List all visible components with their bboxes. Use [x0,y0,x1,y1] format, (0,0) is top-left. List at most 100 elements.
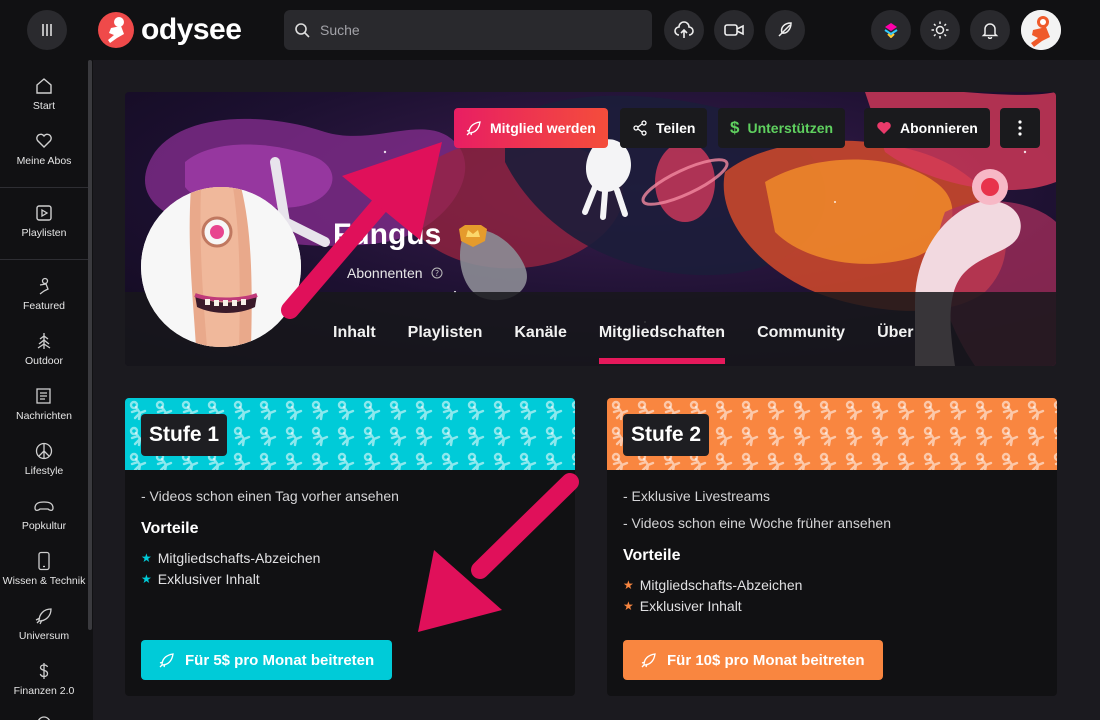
join-tier-2-button[interactable]: Für 10$ pro Monat beitreten [623,640,883,680]
star-icon: ★ [141,572,152,586]
odysee-logo-icon [98,12,134,48]
support-button-label: Unterstützen [747,120,834,136]
sidebar-item-finanzen[interactable]: Finanzen 2.0 [0,661,88,697]
sidebar-item-label: Meine Abos [16,155,72,167]
sidebar-item-label: Finanzen 2.0 [13,685,75,697]
join-button-label: Mitglied werden [490,120,596,136]
notifications-button[interactable] [970,10,1010,50]
sidebar-item-start[interactable]: Start [0,76,88,112]
tier-title: Stufe 2 [623,414,710,456]
perk-item: ★ Mitgliedschafts-Abzeichen [141,550,320,566]
theme-toggle-button[interactable] [920,10,960,50]
wallet-button[interactable] [871,10,911,50]
star-icon: ★ [623,578,634,592]
sidebar-divider [0,187,88,188]
feather-icon [778,22,792,37]
home-icon [36,78,52,94]
premium-badge-icon [459,225,487,247]
sidebar-scrollbar[interactable] [88,60,92,630]
perk-label: Exklusiver Inhalt [639,598,742,614]
bell-icon [981,23,999,39]
featured-icon [39,277,49,295]
membership-tier-card: Stufe 2 - Exklusive Livestreams - Videos… [607,398,1057,696]
news-icon [36,388,51,404]
sidebar-item-popkultur[interactable]: Popkultur [0,496,88,532]
menu-button[interactable] [27,10,67,50]
perk-item: ★ Exklusiver Inhalt [141,571,260,587]
follow-button[interactable]: Abonnieren [864,108,990,148]
perk-label: Mitgliedschafts-Abzeichen [639,577,803,593]
go-live-button[interactable] [714,10,754,50]
sidebar-item-label: Featured [22,300,66,312]
star-icon: ★ [141,551,152,565]
search-bar[interactable] [284,10,652,50]
perk-item: ★ Exklusiver Inhalt [623,598,742,614]
sidebar-item-lifestyle[interactable]: Lifestyle [0,441,88,477]
spaceman-avatar-icon [1021,10,1061,50]
user-avatar[interactable] [1021,10,1061,50]
heart-icon [36,133,52,148]
rocket-icon [466,121,481,136]
dollar-icon: $ [730,118,740,137]
tier-description: - Videos schon eine Woche früher ansehen [623,515,891,531]
upload-button[interactable] [664,10,704,50]
phone-icon [38,551,50,571]
tab-community[interactable]: Community [741,322,861,366]
more-icon [38,716,50,720]
sidebar-item-wissen-technik[interactable]: Wissen & Technik [0,551,88,587]
sidebar-item-meine-abos[interactable]: Meine Abos [0,131,88,167]
video-camera-icon [724,24,744,36]
share-icon [633,120,647,136]
sidebar-item-universum[interactable]: Universum [0,606,88,642]
sidebar-item-featured[interactable]: Featured [0,276,88,312]
join-membership-button[interactable]: Mitglied werden [454,108,608,148]
search-input[interactable] [320,22,620,38]
sidebar-item-label: Nachrichten [15,410,73,422]
perks-heading: Vorteile [141,520,199,537]
follow-button-label: Abonnieren [900,120,978,136]
rocket-icon [641,653,656,668]
tab-kanaele[interactable]: Kanäle [498,322,582,366]
sidebar-item-more[interactable] [0,714,88,720]
search-icon [295,23,310,38]
rocket-icon [35,608,52,625]
sidebar-item-label: Lifestyle [24,465,64,477]
sidebar-item-playlisten[interactable]: Playlisten [0,203,88,239]
sidebar-item-label: Start [32,100,56,112]
sidebar-item-nachrichten[interactable]: Nachrichten [0,386,88,422]
sidebar-item-outdoor[interactable]: Outdoor [0,331,88,367]
tab-mitgliedschaften[interactable]: Mitgliedschaften [583,322,741,366]
perk-item: ★ Mitgliedschafts-Abzeichen [623,577,802,593]
join-tier-1-button[interactable]: Für 5$ pro Monat beitreten [141,640,393,680]
perk-label: Mitgliedschafts-Abzeichen [157,550,321,566]
channel-header: Fungus Abonnenten ? Inhalt Playlisten Ka… [125,92,1056,366]
join-tier-1-label: Für 5$ pro Monat beitreten [185,651,375,669]
post-button[interactable] [765,10,805,50]
tab-ueber[interactable]: Über [861,322,929,366]
perks-heading: Vorteile [623,547,681,564]
heart-icon [877,122,891,134]
cloud-upload-icon [674,21,694,38]
odysee-logo[interactable]: odysee [97,11,242,49]
sidebar-divider [0,259,88,260]
outdoor-icon [37,333,51,349]
credits-icon [884,23,898,38]
rocket-icon [159,653,174,668]
join-tier-2-label: Für 10$ pro Monat beitreten [667,651,865,669]
tier-description: - Videos schon einen Tag vorher ansehen [141,488,399,504]
star-icon: ★ [623,599,634,613]
annotation-arrow-down [418,473,579,632]
sidebar-item-label: Outdoor [25,355,63,367]
tier-title: Stufe 1 [141,414,228,456]
sidebar-item-label: Wissen & Technik [2,575,86,587]
more-options-button[interactable] [1000,108,1040,148]
sidebar-item-label: Popkultur [21,520,67,532]
tier-description: - Exklusive Livestreams [623,488,771,504]
perk-label: Exklusiver Inhalt [157,571,260,587]
share-button[interactable]: Teilen [620,108,708,148]
support-button[interactable]: $ Unterstützen [718,108,846,148]
sun-icon [931,21,949,39]
popculture-icon [34,501,54,512]
sidebar-item-label: Playlisten [21,227,67,239]
brand-name: odysee [141,13,242,46]
